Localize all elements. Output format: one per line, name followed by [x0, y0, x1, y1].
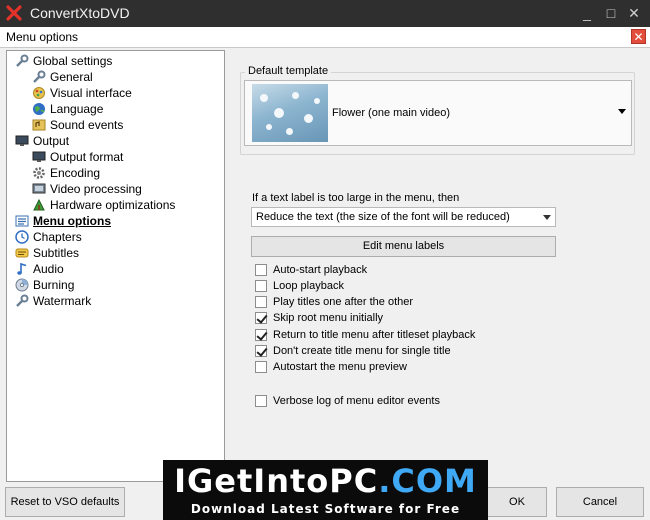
- checkbox-auto-start-playback[interactable]: Auto-start playback: [255, 263, 367, 277]
- edit-menu-labels-button[interactable]: Edit menu labels: [251, 236, 556, 257]
- checkbox-box-checked[interactable]: [255, 329, 267, 341]
- menu-options-icon: [15, 215, 29, 227]
- chevron-down-icon: [618, 109, 626, 114]
- checkbox-no-title-menu-single-title[interactable]: Don't create title menu for single title: [255, 344, 451, 358]
- checkbox-box[interactable]: [255, 361, 267, 373]
- template-select-value: Flower (one main video): [332, 107, 450, 119]
- sound-events-icon: [32, 119, 46, 131]
- hardware-optimizations-icon: [33, 198, 45, 211]
- language-globe-icon: [33, 103, 45, 115]
- tree-item-subtitles[interactable]: Subtitles: [15, 245, 79, 261]
- dialog-title: Menu options: [6, 30, 79, 44]
- encoding-gear-icon: [33, 167, 45, 179]
- tree-item-chapters[interactable]: Chapters: [15, 229, 82, 245]
- cancel-button[interactable]: Cancel: [556, 487, 644, 517]
- label-too-large-question: If a text label is too large in the menu…: [252, 192, 460, 204]
- dialog-header: Menu options ✕: [0, 27, 650, 48]
- audio-note-icon: [17, 262, 27, 275]
- output-format-icon: [32, 151, 46, 162]
- burning-disc-icon: [15, 278, 29, 292]
- watermark-banner: IGetIntoPC.COM Download Latest Software …: [163, 460, 488, 520]
- chapters-clock-icon: [15, 230, 29, 244]
- checkbox-verbose-log[interactable]: Verbose log of menu editor events: [255, 394, 440, 408]
- tree-item-global-settings[interactable]: Global settings: [15, 53, 112, 69]
- window-close-button[interactable]: ✕: [625, 4, 643, 22]
- visual-interface-icon: [33, 87, 45, 99]
- watermark-tagline: Download Latest Software for Free: [190, 502, 461, 516]
- dialog-close-button[interactable]: ✕: [631, 29, 646, 44]
- tree-item-burning[interactable]: Burning: [15, 277, 74, 293]
- ok-button[interactable]: OK: [487, 487, 547, 517]
- template-select[interactable]: Flower (one main video): [244, 80, 632, 146]
- settings-tree: Global settings General Visual interface…: [6, 50, 225, 482]
- output-monitor-icon: [15, 135, 29, 146]
- template-thumbnail: [252, 84, 328, 142]
- checkbox-box[interactable]: [255, 280, 267, 292]
- tree-item-menu-options[interactable]: Menu options: [15, 213, 111, 229]
- tree-item-audio[interactable]: Audio: [15, 261, 64, 277]
- checkbox-loop-playback[interactable]: Loop playback: [255, 279, 344, 293]
- convertx-logo-icon: [6, 5, 22, 21]
- subtitles-icon: [15, 248, 29, 258]
- tree-item-language[interactable]: Language: [32, 101, 103, 117]
- tree-item-visual-interface[interactable]: Visual interface: [32, 85, 132, 101]
- label-size-select-value: Reduce the text (the size of the font wi…: [256, 211, 510, 223]
- video-processing-icon: [32, 183, 46, 194]
- checkbox-box-checked[interactable]: [255, 312, 267, 324]
- tree-item-watermark[interactable]: Watermark: [15, 293, 91, 309]
- checkbox-skip-root-menu[interactable]: Skip root menu initially: [255, 311, 383, 325]
- general-icon: [33, 70, 46, 83]
- tree-item-hardware-optimizations[interactable]: Hardware optimizations: [32, 197, 175, 213]
- tree-item-encoding[interactable]: Encoding: [32, 165, 100, 181]
- default-template-label: Default template: [245, 65, 332, 77]
- checkbox-autostart-menu-preview[interactable]: Autostart the menu preview: [255, 360, 407, 374]
- app-title-bar: ConvertXtoDVD _ □ ✕: [0, 0, 650, 27]
- reset-to-defaults-button[interactable]: Reset to VSO defaults: [5, 487, 125, 517]
- tree-item-sound-events[interactable]: Sound events: [32, 117, 123, 133]
- tree-item-general[interactable]: General: [32, 69, 93, 85]
- watermark-icon: [16, 294, 29, 307]
- tree-item-output-format[interactable]: Output format: [32, 149, 123, 165]
- checkbox-box[interactable]: [255, 395, 267, 407]
- checkbox-box-checked[interactable]: [255, 345, 267, 357]
- tree-item-video-processing[interactable]: Video processing: [32, 181, 142, 197]
- global-settings-icon: [16, 54, 29, 67]
- checkbox-box[interactable]: [255, 264, 267, 276]
- minimize-button[interactable]: _: [578, 4, 596, 22]
- tree-item-output[interactable]: Output: [15, 133, 69, 149]
- maximize-button[interactable]: □: [602, 4, 620, 22]
- label-size-select[interactable]: Reduce the text (the size of the font wi…: [251, 207, 556, 227]
- checkbox-play-titles-sequentially[interactable]: Play titles one after the other: [255, 295, 413, 309]
- chevron-down-icon: [543, 215, 551, 220]
- checkbox-return-to-title-menu[interactable]: Return to title menu after titleset play…: [255, 328, 475, 342]
- watermark-title: IGetIntoPC.COM: [174, 462, 477, 500]
- close-icon: ✕: [633, 30, 644, 44]
- app-title: ConvertXtoDVD: [30, 5, 130, 21]
- checkbox-box[interactable]: [255, 296, 267, 308]
